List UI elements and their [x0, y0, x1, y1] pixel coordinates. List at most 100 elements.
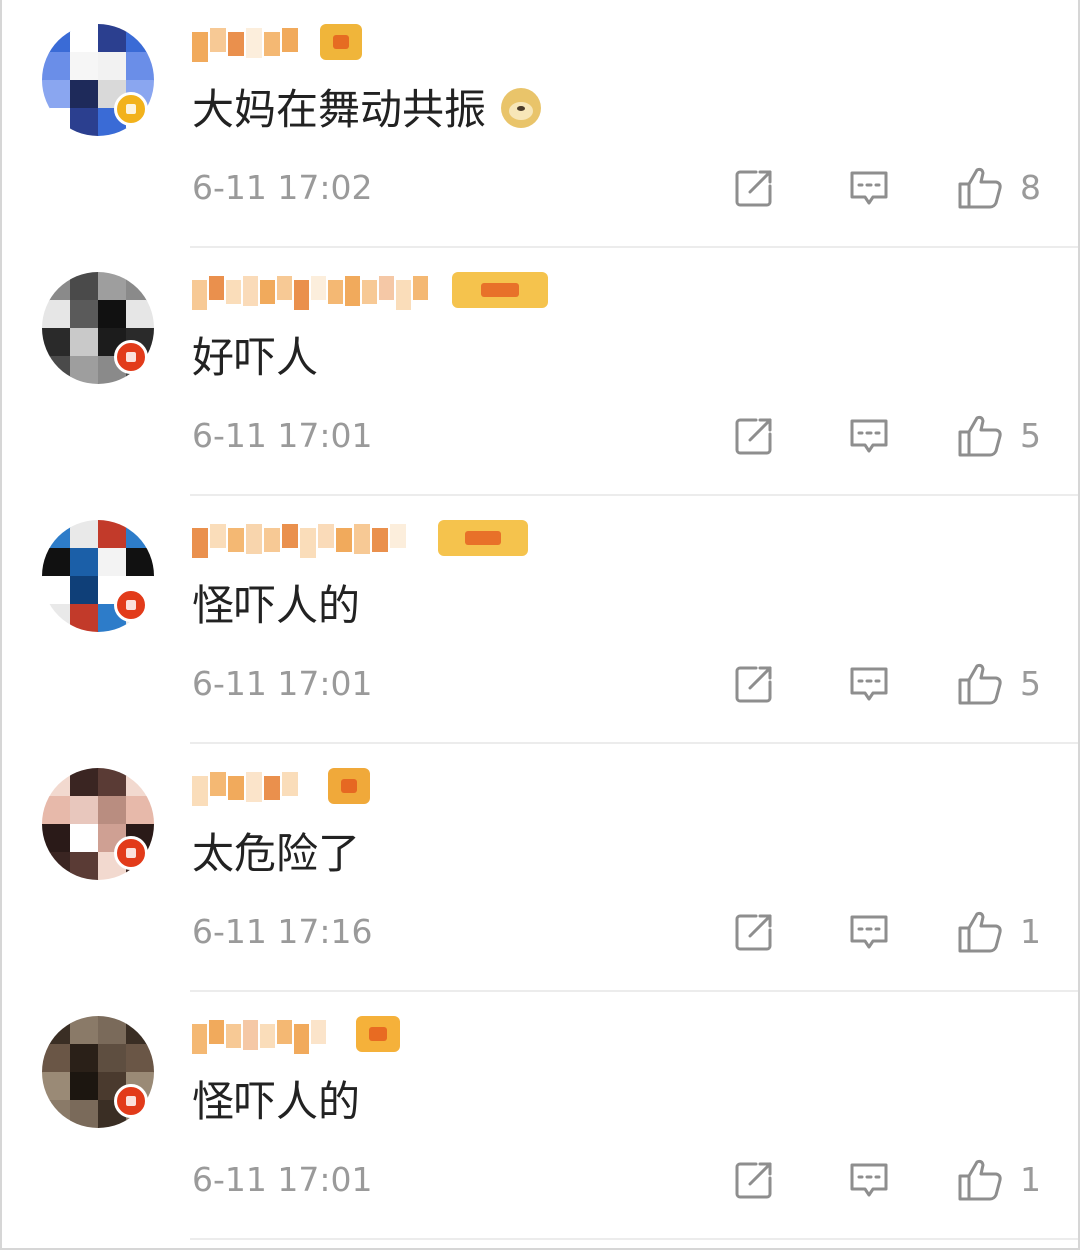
reply-button[interactable]	[847, 656, 891, 712]
username-pixel	[311, 1020, 326, 1044]
reply-button[interactable]	[847, 408, 891, 464]
avatar-pixel	[70, 52, 99, 81]
like-button[interactable]: 1	[956, 904, 1041, 960]
username-pixel	[277, 1020, 292, 1044]
avatar-pixel	[70, 824, 99, 853]
reply-button[interactable]	[847, 904, 891, 960]
avatar-pixel	[42, 548, 71, 577]
share-icon	[732, 414, 776, 458]
share-button[interactable]	[732, 160, 776, 216]
username-pixelated[interactable]	[192, 766, 302, 806]
username-pixel	[354, 524, 370, 554]
thumbs-up-icon	[956, 164, 1004, 212]
avatar-pixel	[70, 272, 99, 301]
avatar-pixel	[126, 24, 154, 53]
username-pixelated[interactable]	[192, 22, 302, 62]
avatar-pixel	[42, 768, 71, 797]
verified-badge	[114, 340, 148, 374]
avatar-pixel	[42, 300, 71, 329]
username-pixel	[192, 32, 208, 62]
like-count: 5	[1020, 664, 1041, 703]
avatar-pixel	[42, 604, 71, 632]
avatar-pixel	[42, 52, 71, 81]
username-pixelated[interactable]	[192, 518, 412, 558]
avatar-pixel	[126, 1016, 154, 1045]
share-button[interactable]	[732, 1152, 776, 1208]
username-pixel	[260, 1024, 275, 1048]
avatar-pixel	[42, 328, 71, 357]
share-button[interactable]	[732, 408, 776, 464]
username-pixel	[192, 776, 208, 806]
share-icon	[732, 1158, 776, 1202]
comment-time: 6-11 17:02	[192, 168, 373, 207]
username-pixel	[243, 276, 258, 306]
verified-badge	[114, 92, 148, 126]
comment-text: 好吓人	[192, 328, 318, 388]
avatar-pixel	[42, 356, 71, 384]
avatar-pixel	[126, 520, 154, 549]
avatar-pixel	[126, 548, 154, 577]
comment-item: 大妈在舞动共振 6-11 17:02 8	[2, 0, 1078, 248]
username-pixel	[336, 528, 352, 552]
avatar-pixel	[70, 1044, 99, 1073]
verified-badge	[114, 588, 148, 622]
username-pixel	[246, 524, 262, 554]
comment-time: 6-11 17:01	[192, 1160, 373, 1199]
like-count: 5	[1020, 416, 1041, 455]
username-pixel	[246, 772, 262, 802]
divider	[190, 1238, 1078, 1240]
reply-button[interactable]	[847, 1152, 891, 1208]
comment-item: 太危险了 6-11 17:16 1	[2, 744, 1078, 992]
like-button[interactable]: 5	[956, 408, 1041, 464]
username-pixel	[413, 276, 428, 300]
username-pixel	[264, 776, 280, 800]
username-pixel	[264, 528, 280, 552]
avatar-pixel	[98, 272, 127, 301]
username-pixel	[277, 276, 292, 300]
avatar-pixel	[126, 1044, 154, 1073]
comment-list: 大妈在舞动共振 6-11 17:02 8 好吓人 6-11 17:01 5 怪吓…	[0, 0, 1080, 1250]
username-pixel	[228, 32, 244, 56]
share-button[interactable]	[732, 904, 776, 960]
username-pixel	[192, 1024, 207, 1054]
thumbs-up-icon	[956, 412, 1004, 460]
like-button[interactable]: 8	[956, 160, 1041, 216]
username-pixel	[209, 276, 224, 300]
avatar-pixel	[70, 108, 99, 136]
username-pixelated[interactable]	[192, 270, 442, 310]
username-pixel	[282, 524, 298, 548]
comment-text-content: 太危险了	[192, 829, 361, 878]
username-pixel	[192, 280, 207, 310]
comment-text: 大妈在舞动共振	[192, 80, 542, 140]
comment-text-content: 怪吓人的	[192, 581, 361, 630]
reply-button[interactable]	[847, 160, 891, 216]
share-button[interactable]	[732, 656, 776, 712]
like-count: 1	[1020, 912, 1041, 951]
avatar-pixel	[70, 1016, 99, 1045]
comment-text: 怪吓人的	[192, 576, 360, 636]
username-pixel	[294, 280, 309, 310]
thumbs-up-icon	[956, 660, 1004, 708]
like-button[interactable]: 1	[956, 1152, 1041, 1208]
rank-badge	[452, 272, 548, 308]
comment-time: 6-11 17:01	[192, 416, 373, 455]
comment-icon	[847, 1158, 891, 1202]
avatar-pixel	[126, 300, 154, 329]
avatar-pixel	[70, 328, 99, 357]
avatar-pixel	[42, 272, 71, 301]
username-pixelated[interactable]	[192, 1014, 332, 1054]
username-pixel	[282, 28, 298, 52]
like-button[interactable]: 5	[956, 656, 1041, 712]
comment-text: 太危险了	[192, 824, 360, 884]
avatar-pixel	[98, 24, 127, 53]
avatar-pixel	[98, 1016, 127, 1045]
comment-icon	[847, 662, 891, 706]
comment-icon	[847, 910, 891, 954]
share-icon	[732, 166, 776, 210]
avatar-pixel	[70, 852, 99, 880]
avatar-pixel	[42, 108, 71, 136]
comment-text-content: 怪吓人的	[192, 1077, 361, 1126]
comment-text: 怪吓人的	[192, 1072, 360, 1132]
username-pixel	[390, 524, 406, 548]
avatar-pixel	[42, 1016, 71, 1045]
